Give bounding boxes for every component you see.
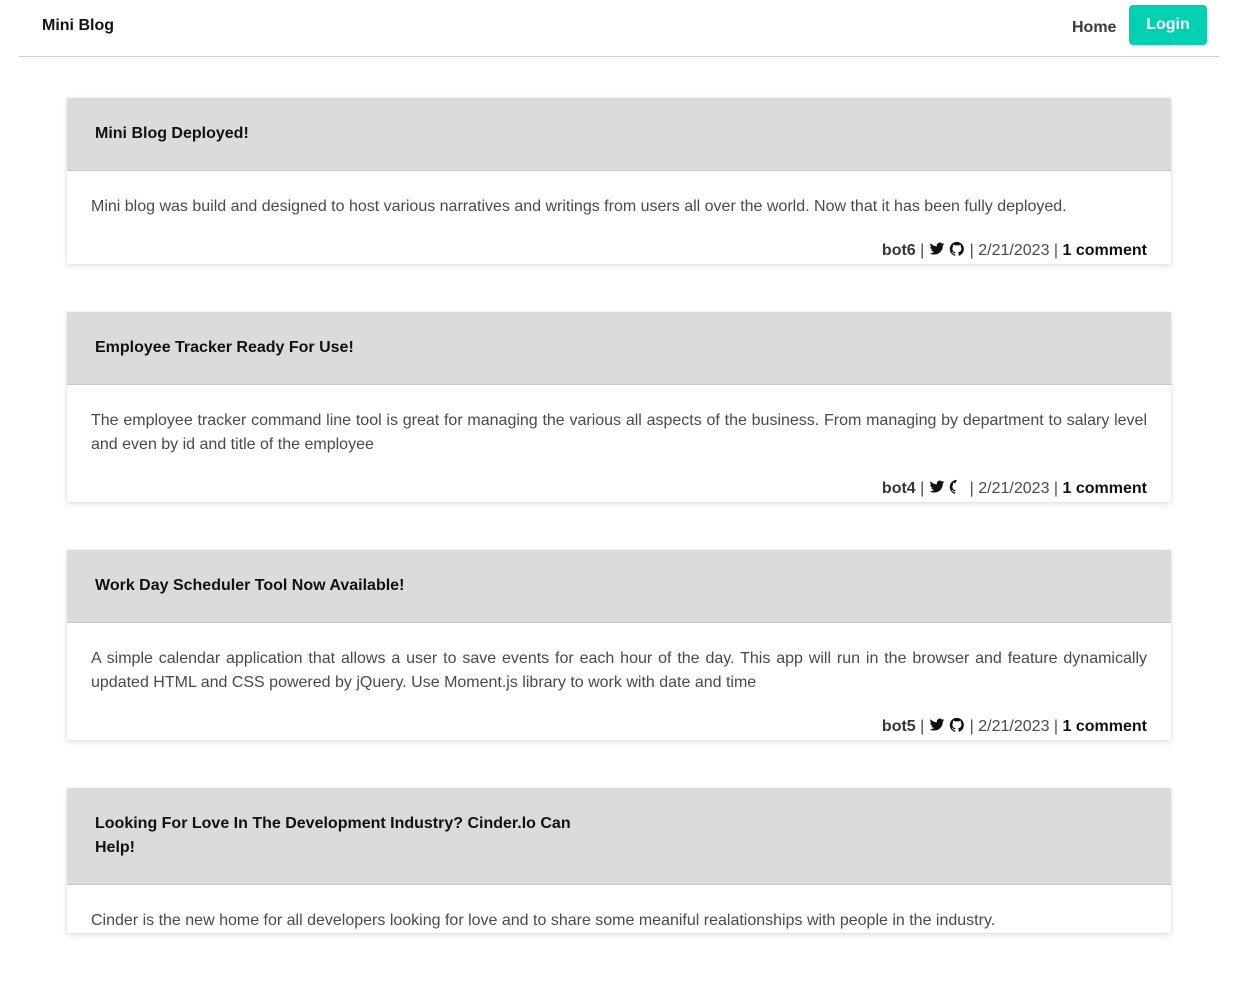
post-comments-link[interactable]: 1 comment: [1063, 480, 1147, 497]
navbar: Mini Blog Home Login: [19, 0, 1219, 57]
github-icon[interactable]: [949, 717, 965, 733]
post-meta: bot6 | | 2/21/2023 | 1 comment: [67, 219, 1171, 264]
meta-separator: |: [1053, 242, 1059, 259]
post-comments-link[interactable]: 1 comment: [1063, 242, 1147, 259]
post-date: 2/21/2023: [978, 480, 1050, 497]
meta-separator: |: [969, 480, 974, 497]
meta-separator: |: [1053, 480, 1059, 497]
post-body: A simple calendar application that allow…: [91, 650, 1147, 691]
post-card: Employee Tracker Ready For Use! The empl…: [67, 312, 1171, 502]
meta-separator: |: [1053, 718, 1059, 735]
post-body: Mini blog was build and designed to host…: [91, 198, 1067, 215]
post-body: Cinder is the new home for all developer…: [91, 912, 996, 929]
github-icon[interactable]: [949, 479, 965, 495]
twitter-icon[interactable]: [929, 717, 945, 733]
post-list: Mini Blog Deployed! Mini blog was build …: [67, 98, 1171, 981]
post-author: bot6: [881, 242, 916, 259]
login-button[interactable]: Login: [1129, 5, 1207, 45]
post-title[interactable]: Looking For Love In The Development Indu…: [95, 812, 585, 860]
brand-title[interactable]: Mini Blog: [42, 17, 114, 35]
post-meta: bot5 | | 2/21/2023 | 1 comment: [67, 695, 1171, 740]
post-header[interactable]: Employee Tracker Ready For Use!: [67, 312, 1171, 385]
meta-separator: |: [969, 242, 974, 259]
post-title[interactable]: Mini Blog Deployed!: [95, 122, 249, 146]
post-title[interactable]: Work Day Scheduler Tool Now Available!: [95, 574, 404, 598]
meta-separator: |: [969, 718, 974, 735]
meta-separator: |: [920, 480, 925, 497]
post-author: bot4: [881, 480, 916, 497]
post-card: Looking For Love In The Development Indu…: [67, 788, 1171, 933]
meta-separator: |: [920, 242, 925, 259]
nav-home-link[interactable]: Home: [1072, 19, 1116, 37]
post-meta: bot4 | | 2/21/2023 | 1 comment: [67, 457, 1171, 502]
post-date: 2/21/2023: [978, 718, 1050, 735]
post-card: Work Day Scheduler Tool Now Available! A…: [67, 550, 1171, 740]
post-date: 2/21/2023: [978, 242, 1050, 259]
post-header[interactable]: Looking For Love In The Development Indu…: [67, 788, 1171, 885]
post-header[interactable]: Work Day Scheduler Tool Now Available!: [67, 550, 1171, 623]
post-card: Mini Blog Deployed! Mini blog was build …: [67, 98, 1171, 264]
twitter-icon[interactable]: [929, 479, 945, 495]
post-comments-link[interactable]: 1 comment: [1063, 718, 1147, 735]
github-icon[interactable]: [949, 241, 965, 257]
post-header[interactable]: Mini Blog Deployed!: [67, 98, 1171, 171]
post-author: bot5: [881, 718, 916, 735]
meta-separator: |: [920, 718, 925, 735]
post-body: The employee tracker command line tool i…: [91, 412, 1147, 453]
post-title[interactable]: Employee Tracker Ready For Use!: [95, 336, 354, 360]
twitter-icon[interactable]: [929, 241, 945, 257]
